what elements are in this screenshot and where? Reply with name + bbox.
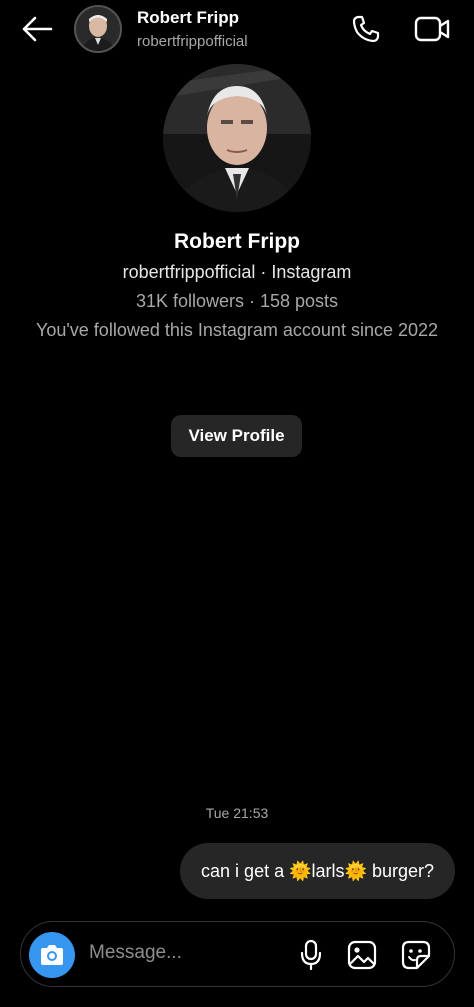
message-text: can i get a <box>201 860 290 881</box>
profile-card: Robert Fripp robertfrippofficial · Insta… <box>0 64 474 343</box>
voice-call-button[interactable] <box>348 12 384 46</box>
camera-icon <box>41 945 63 965</box>
voice-message-button[interactable] <box>295 938 327 972</box>
profile-photo <box>76 7 120 51</box>
sun-emoji: 🌞 <box>344 860 367 881</box>
video-camera-icon <box>414 16 450 42</box>
sticker-icon <box>401 940 431 970</box>
phone-icon <box>352 15 380 43</box>
profile-name: Robert Fripp <box>174 230 300 253</box>
microphone-icon <box>300 939 322 971</box>
followed-since-text: You've followed this Instagram account s… <box>35 320 439 340</box>
profile-photo <box>163 64 311 212</box>
profile-stats: 31K followers · 158 posts <box>135 291 339 311</box>
video-call-button[interactable] <box>412 12 452 46</box>
image-icon <box>347 940 377 970</box>
arrow-left-icon <box>22 16 53 42</box>
header-avatar[interactable] <box>74 5 122 53</box>
message-composer: Message... <box>20 921 455 987</box>
header-name[interactable]: Robert Fripp <box>137 8 239 28</box>
gallery-button[interactable] <box>345 938 379 972</box>
sun-emoji: 🌞 <box>289 860 312 881</box>
sticker-button[interactable] <box>399 938 433 972</box>
message-bubble-sent[interactable]: can i get a 🌞 larls 🌞 burger? <box>180 843 455 899</box>
message-input[interactable]: Message... <box>89 942 182 964</box>
chat-header: Robert Fripp robertfrippofficial <box>0 0 474 58</box>
view-profile-button[interactable]: View Profile <box>171 415 302 457</box>
message-text: burger? <box>366 860 434 881</box>
profile-avatar[interactable] <box>163 64 311 212</box>
camera-button[interactable] <box>29 932 75 978</box>
message-text: larls <box>311 860 345 881</box>
header-username[interactable]: robertfrippofficial <box>137 33 248 50</box>
message-timestamp: Tue 21:53 <box>205 805 269 821</box>
back-button[interactable] <box>18 12 56 46</box>
profile-subtitle: robertfrippofficial · Instagram <box>122 262 352 282</box>
